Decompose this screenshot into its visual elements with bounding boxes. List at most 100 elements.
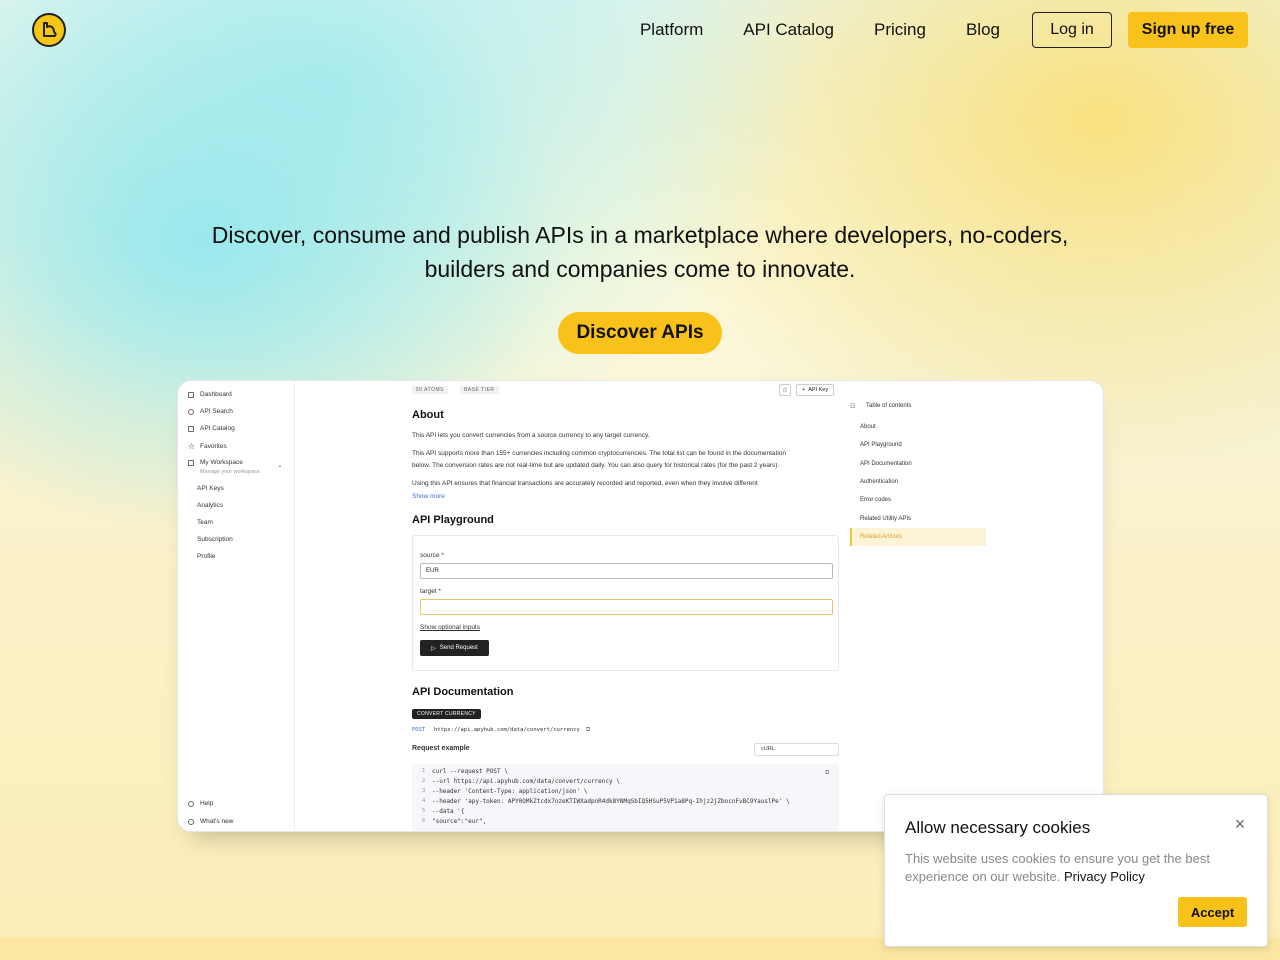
- sidebar-label: Dashboard: [200, 391, 232, 398]
- line-number: 5: [422, 808, 426, 814]
- preview-main: 50 ATOMS BASE TIER About This API lets y…: [412, 381, 842, 831]
- about-p2a: This API supports more than 155+ currenc…: [412, 450, 787, 457]
- code-block: 1 curl --request POST \ 2 --url https://a…: [412, 764, 839, 831]
- endpoint-badge: CONVERT CURRENCY: [412, 709, 481, 719]
- plus-icon: +: [802, 387, 806, 393]
- target-input: [420, 599, 833, 615]
- sidebar-item-dashboard: Dashboard: [188, 391, 232, 398]
- sidebar-sub-team: Team: [197, 519, 213, 526]
- sidebar-label: My Workspace: [200, 459, 243, 466]
- docs-heading: API Documentation: [412, 686, 514, 698]
- about-heading: About: [412, 409, 444, 421]
- logo[interactable]: [32, 13, 66, 47]
- method-label: POST: [412, 727, 426, 733]
- cookie-title: Allow necessary cookies: [905, 818, 1091, 837]
- cookie-message: This website uses cookies to ensure you …: [905, 851, 1210, 884]
- optional-inputs-link: Show optional inputs: [420, 624, 480, 631]
- playground-heading: API Playground: [412, 514, 494, 526]
- app-preview: Dashboard API Search API Catalog ☆ Favori…: [177, 380, 1104, 832]
- logo-icon: [43, 22, 57, 37]
- code-line: --data '{: [432, 808, 465, 815]
- signup-button[interactable]: Sign up free: [1128, 12, 1248, 48]
- atoms-pill: 50 ATOMS: [412, 386, 448, 394]
- sidebar-item-favorites: ☆ Favorites: [188, 442, 227, 451]
- toc-item: API Documentation: [860, 461, 912, 467]
- line-number: 6: [422, 818, 426, 824]
- api-key-label: API Key: [808, 387, 829, 393]
- about-p3: Using this API ensures that financial tr…: [412, 480, 758, 487]
- play-icon: ▷: [431, 645, 436, 652]
- sidebar-sub-api-keys: API Keys: [197, 485, 224, 492]
- cookie-text: This website uses cookies to ensure you …: [905, 850, 1235, 886]
- accept-cookies-button[interactable]: Accept: [1178, 897, 1247, 927]
- language-value: cURL: [761, 746, 775, 752]
- sidebar-item-api-search: API Search: [188, 408, 233, 415]
- send-request-button: ▷ Send Request: [420, 640, 489, 656]
- sidebar-label: What's new: [200, 818, 234, 825]
- api-key-button: + API Key: [796, 384, 835, 396]
- request-example-label: Request example: [412, 745, 470, 752]
- sidebar-label: Help: [200, 800, 214, 807]
- playground-box: source * EUR target * Show optional inpu…: [412, 535, 839, 671]
- search-icon: [188, 408, 194, 415]
- endpoint-url: https://api.apyhub.com/data/convert/curr…: [434, 727, 580, 733]
- line-number: 1: [422, 768, 426, 774]
- discover-apis-button[interactable]: Discover APIs: [558, 312, 722, 354]
- line-number: 2: [422, 778, 426, 784]
- line-number: 4: [422, 798, 426, 804]
- dashboard-icon: [188, 391, 194, 398]
- toc-item: API Playground: [860, 442, 902, 448]
- toc-title: Table of contents: [866, 403, 912, 409]
- nav-pricing[interactable]: Pricing: [874, 12, 926, 48]
- target-label: target *: [420, 588, 441, 595]
- preview-sidebar: Dashboard API Search API Catalog ☆ Favori…: [178, 381, 295, 831]
- code-line: --header 'Content-Type: application/json…: [432, 788, 588, 795]
- sidebar-item-my-workspace: My Workspace: [188, 459, 243, 466]
- hero-tagline: Discover, consume and publish APIs in a …: [0, 218, 1280, 286]
- workspace-icon: [188, 459, 194, 466]
- about-p2b: below. The conversion rates are not real…: [412, 462, 780, 469]
- sidebar-item-whats-new: What's new: [188, 818, 233, 825]
- nav-api-catalog[interactable]: API Catalog: [743, 12, 834, 48]
- nav-platform[interactable]: Platform: [640, 12, 703, 48]
- show-more-link: Show more: [412, 493, 445, 500]
- code-line: --url https://api.apyhub.com/data/conver…: [432, 778, 620, 785]
- code-line: curl --request POST \: [432, 768, 508, 775]
- sidebar-label: Favorites: [200, 443, 227, 450]
- sidebar-sub-analytics: Analytics: [197, 502, 224, 509]
- workspace-subtitle: Manage your workspace: [200, 469, 260, 475]
- favorite-star-icon: ☆: [779, 384, 791, 396]
- line-number: 3: [422, 788, 426, 794]
- source-label: source *: [420, 552, 444, 559]
- preview-top-actions: ☆ + API Key: [779, 384, 835, 396]
- hero-line-2: builders and companies come to innovate.: [424, 256, 856, 282]
- source-input: EUR: [420, 563, 833, 579]
- sidebar-item-help: Help: [188, 800, 213, 807]
- nav-blog[interactable]: Blog: [966, 12, 1000, 48]
- toc-item: Authentication: [860, 479, 899, 485]
- send-label: Send Request: [439, 645, 478, 651]
- sidebar-label: API Catalog: [200, 425, 235, 432]
- sidebar-sub-subscription: Subscription: [197, 536, 233, 543]
- language-select: cURL: [754, 743, 839, 756]
- copy-icon: ⧉: [586, 727, 591, 733]
- sidebar-sub-profile: Profile: [197, 553, 216, 560]
- toc-item: Related Utility APIs: [860, 516, 912, 522]
- privacy-policy-link[interactable]: Privacy Policy: [1064, 869, 1145, 884]
- chevron-down-icon: ⌄: [277, 462, 283, 469]
- toc-item: Error codes: [860, 497, 892, 503]
- code-line: --header 'apy-token: APY0OMkZtcdx7nzeKTI…: [432, 798, 790, 805]
- about-p1: This API lets you convert currencies fro…: [412, 432, 650, 439]
- close-icon[interactable]: ×: [1231, 815, 1249, 833]
- login-button[interactable]: Log in: [1032, 12, 1112, 48]
- top-nav: Platform API Catalog Pricing Blog Log in…: [640, 12, 1248, 48]
- toc-icon: ☷: [850, 404, 856, 410]
- help-icon: [188, 800, 194, 807]
- copy-code-icon: ⧉: [825, 769, 830, 776]
- catalog-icon: [188, 425, 194, 432]
- star-icon: ☆: [188, 442, 196, 451]
- toc-item-active: Related Articles: [860, 534, 902, 540]
- toc-item: About: [860, 424, 876, 430]
- hero-line-1: Discover, consume and publish APIs in a …: [211, 222, 1069, 248]
- cookie-banner: Allow necessary cookies × This website u…: [884, 794, 1268, 947]
